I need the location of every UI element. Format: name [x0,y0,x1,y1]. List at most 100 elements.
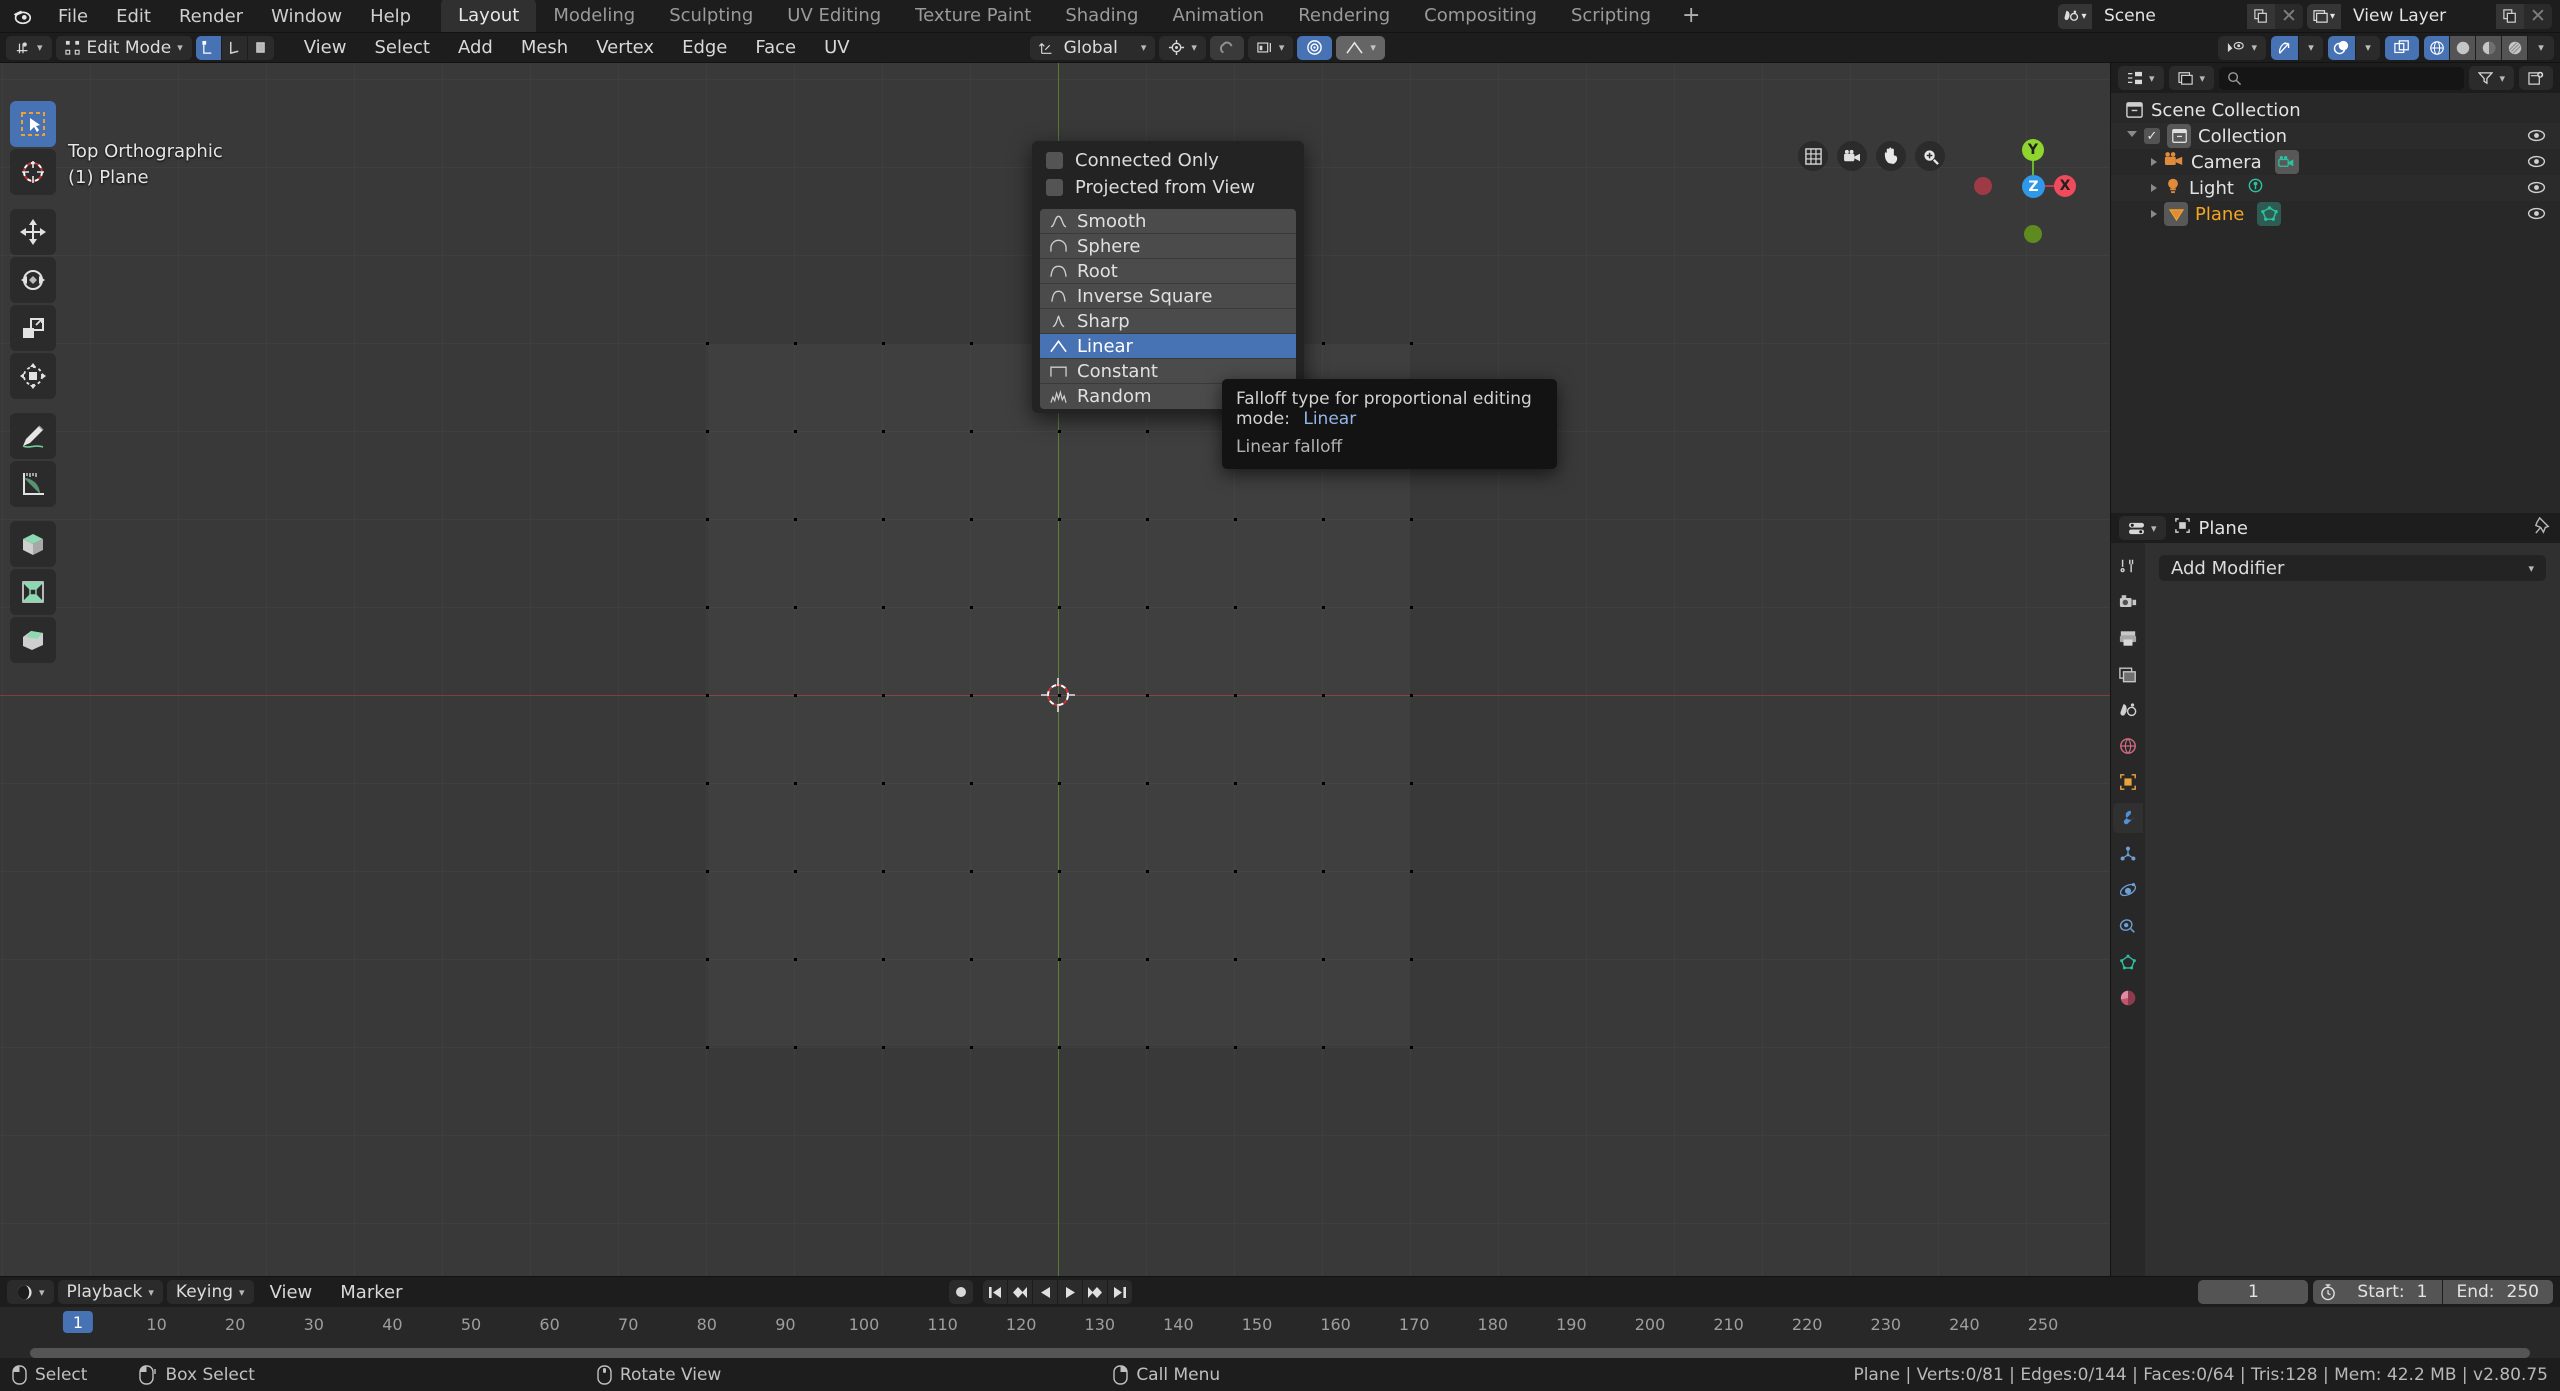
shading-dropdown[interactable]: ▾ [2528,35,2554,60]
view-layer-selector[interactable]: ▾ View Layer ✕ [2307,3,2552,29]
gizmo-group[interactable]: ▾ [2271,35,2323,60]
mesh-vertex[interactable] [794,518,797,521]
face-select-icon[interactable] [247,35,274,60]
mesh-vertex[interactable] [970,782,973,785]
add-cube-tool[interactable] [10,521,56,567]
xray-toggle[interactable] [2385,35,2419,60]
mesh-vertex[interactable] [970,1046,973,1049]
navigation-gizmo[interactable]: Y X Z [1974,131,2088,243]
gizmo-axis-z[interactable]: Z [2022,175,2045,198]
tab-uv-editing[interactable]: UV Editing [770,0,898,32]
object-tab[interactable] [2113,767,2143,797]
mesh-vertex[interactable] [1322,1046,1325,1049]
measure-tool[interactable] [10,461,56,507]
mesh-vertex[interactable] [706,782,709,785]
pan-view-icon[interactable] [1876,141,1906,171]
data-tab[interactable] [2113,947,2143,977]
mesh-vertex[interactable] [1058,958,1061,961]
menu-uv[interactable]: UV [812,36,862,60]
solid-shading-icon[interactable] [2450,35,2476,60]
mesh-vertex[interactable] [970,430,973,433]
timeline-editor-icon[interactable]: ▾ [7,1280,54,1304]
tweak-select-box-tool[interactable] [10,101,56,147]
transform-orientation-selector[interactable]: Global ▾ [1029,35,1156,60]
prev-keyframe-icon[interactable] [1008,1280,1033,1304]
mesh-vertex[interactable] [882,870,885,873]
snap-settings-group[interactable] [1209,35,1244,60]
mesh-vertex[interactable] [1322,342,1325,345]
falloff-item-root[interactable]: Root [1040,259,1296,284]
mesh-vertex[interactable] [1234,870,1237,873]
mesh-vertex[interactable] [1234,782,1237,785]
frame-start-field[interactable]: Start: 1 [2343,1280,2442,1304]
mesh-vertex[interactable] [1234,694,1237,697]
mesh-vertex[interactable] [1410,870,1413,873]
falloff-item-linear[interactable]: Linear [1040,334,1296,359]
blender-logo-icon[interactable] [0,0,44,32]
delete-view-layer-button[interactable]: ✕ [2524,3,2552,29]
camera-view-icon[interactable] [1837,141,1867,171]
mesh-vertex[interactable] [1410,694,1413,697]
tab-modeling[interactable]: Modeling [536,0,652,32]
mesh-vertex[interactable] [1322,518,1325,521]
scrollbar-thumb[interactable] [30,1348,2530,1358]
tab-texture-paint[interactable]: Texture Paint [898,0,1048,32]
menu-face[interactable]: Face [743,36,808,60]
mesh-vertex[interactable] [882,694,885,697]
mesh-vertex[interactable] [1146,1046,1149,1049]
auto-keying-icon[interactable] [2313,1280,2344,1304]
mesh-vertex[interactable] [882,342,885,345]
menu-view[interactable]: View [258,1280,325,1304]
outliner-id-type-icon[interactable]: ▾ [2168,66,2215,90]
mode-selector[interactable]: Edit Mode ▾ [55,35,192,60]
world-tab[interactable] [2113,731,2143,761]
tool-tab[interactable] [2113,551,2143,581]
outliner-row-camera[interactable]: Camera [2111,149,2560,175]
mesh-vertex[interactable] [970,518,973,521]
tab-compositing[interactable]: Compositing [1407,0,1554,32]
falloff-item-sphere[interactable]: Sphere [1040,234,1296,259]
menu-file[interactable]: File [44,0,102,32]
mesh-vertex[interactable] [794,694,797,697]
expand-triangle-icon[interactable] [2127,131,2137,141]
material-preview-icon[interactable] [2476,35,2502,60]
constraints-tab[interactable] [2113,911,2143,941]
3d-viewport[interactable]: Top Orthographic (1) Plane Y X Z Connect… [0,63,2110,1276]
scene-tab[interactable] [2113,695,2143,725]
menu-add[interactable]: Add [446,36,505,60]
collection-checkbox[interactable]: ✓ [2144,128,2160,144]
tab-scripting[interactable]: Scripting [1554,0,1668,32]
delete-scene-button[interactable]: ✕ [2275,3,2303,29]
filter-icon[interactable]: ▾ [2469,66,2514,90]
gizmo-axis-neg-y[interactable] [2024,225,2042,243]
extrude-region-tool[interactable] [10,569,56,615]
outliner-row-scene-collection[interactable]: Scene Collection [2111,97,2560,123]
view-layer-name[interactable]: View Layer [2341,3,2496,29]
annotate-tool[interactable] [10,413,56,459]
mesh-vertex[interactable] [882,958,885,961]
vertex-select-icon[interactable] [195,35,222,60]
gizmo-dropdown[interactable]: ▾ [2299,35,2323,60]
new-view-layer-button[interactable] [2496,3,2524,29]
record-icon[interactable] [949,1280,974,1304]
menu-keying[interactable]: Keying ▾ [166,1280,254,1304]
mesh-vertex[interactable] [794,1046,797,1049]
menu-playback[interactable]: Playback ▾ [57,1280,163,1304]
view-layer-tab[interactable] [2113,659,2143,689]
mesh-vertex[interactable] [1146,958,1149,961]
mesh-vertex[interactable] [1322,958,1325,961]
zoom-view-icon[interactable] [1915,141,1945,171]
frame-end-field[interactable]: End: 250 [2442,1280,2553,1304]
render-tab[interactable] [2113,587,2143,617]
mesh-vertex[interactable] [1322,606,1325,609]
tab-rendering[interactable]: Rendering [1281,0,1407,32]
expand-triangle-icon[interactable] [2151,158,2157,166]
mesh-vertex[interactable] [1410,342,1413,345]
mesh-vertex[interactable] [1322,870,1325,873]
connected-only-checkbox[interactable]: Connected Only [1032,147,1304,174]
hide-in-viewport-icon[interactable] [2527,204,2546,225]
mesh-vertex[interactable] [706,518,709,521]
mesh-vertex[interactable] [1234,1046,1237,1049]
menu-mesh[interactable]: Mesh [509,36,580,60]
menu-render[interactable]: Render [165,0,257,32]
